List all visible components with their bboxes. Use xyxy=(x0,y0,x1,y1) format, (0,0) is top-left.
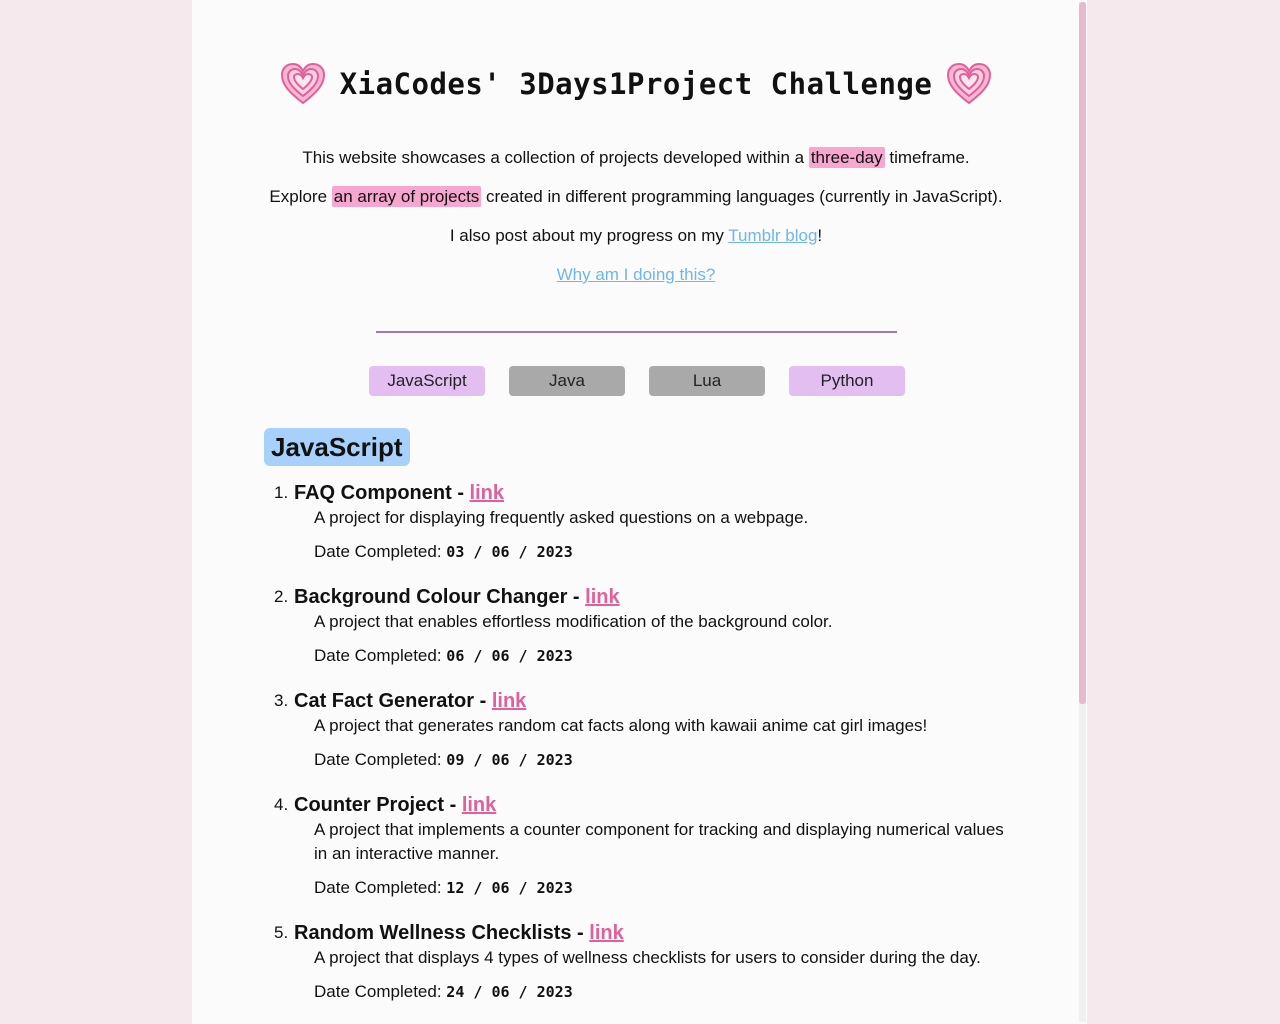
project-link[interactable]: link xyxy=(585,586,619,608)
title-separator: - xyxy=(567,586,586,608)
project-description: A project that displays 4 types of welln… xyxy=(314,948,981,967)
intro-text: Explore xyxy=(269,187,332,206)
list-number: 4. xyxy=(274,795,289,814)
list-item: 2. Background Colour Changer - link A pr… xyxy=(274,584,1004,668)
date-label: Date Completed: xyxy=(314,750,447,769)
project-title: Cat Fact Generator xyxy=(294,690,475,712)
header: XiaCodes' 3Days1Project Challenge xyxy=(192,62,1080,106)
title-separator: - xyxy=(451,482,470,504)
project-title-line: Random Wellness Checklists - link xyxy=(294,920,1004,946)
tab-javascript[interactable]: JavaScript xyxy=(369,366,485,396)
project-description: A project for displaying frequently aske… xyxy=(314,508,809,527)
intro-text: ! xyxy=(817,226,823,245)
project-date: Date Completed: 03 / 06 / 2023 xyxy=(314,540,1004,564)
date-label: Date Completed: xyxy=(314,646,447,665)
project-date: Date Completed: 09 / 06 / 2023 xyxy=(314,748,1004,772)
intro-section: This website showcases a collection of p… xyxy=(264,146,1008,302)
project-date: Date Completed: 06 / 06 / 2023 xyxy=(314,644,1004,668)
tab-lua[interactable]: Lua xyxy=(649,366,765,396)
list-number: 2. xyxy=(274,587,289,606)
project-date: Date Completed: 12 / 06 / 2023 xyxy=(314,876,1004,900)
highlight-array-of-projects: an array of projects xyxy=(331,186,482,207)
highlight-three-day: three-day xyxy=(808,147,885,168)
divider xyxy=(376,331,897,333)
project-title-line: Background Colour Changer - link xyxy=(294,584,1004,610)
project-title-line: Cat Fact Generator - link xyxy=(294,688,1004,714)
project-date: Date Completed: 24 / 06 / 2023 xyxy=(314,980,1004,1004)
date-label: Date Completed: xyxy=(314,982,447,1001)
title-separator: - xyxy=(444,794,462,816)
intro-paragraph-1: This website showcases a collection of p… xyxy=(264,146,1008,170)
page-container: XiaCodes' 3Days1Project Challenge This w… xyxy=(192,0,1087,1024)
project-title: Counter Project xyxy=(294,794,445,816)
list-item: 1. FAQ Component - link A project for di… xyxy=(274,480,1004,564)
list-item: 5. Random Wellness Checklists - link A p… xyxy=(274,920,1004,1004)
project-link[interactable]: link xyxy=(462,794,496,816)
date-value: 24 / 06 / 2023 xyxy=(446,983,573,1001)
intro-text: This website showcases a collection of p… xyxy=(302,148,809,167)
project-title-line: Counter Project - link xyxy=(294,792,1004,818)
date-value: 09 / 06 / 2023 xyxy=(446,751,573,769)
pink-heart-icon xyxy=(280,62,325,105)
project-title: Background Colour Changer xyxy=(294,586,568,608)
project-title-line: FAQ Component - link xyxy=(294,480,1004,506)
project-list: 1. FAQ Component - link A project for di… xyxy=(274,480,1004,1024)
language-tabs: JavaScript Java Lua Python xyxy=(369,366,905,396)
project-title: Random Wellness Checklists xyxy=(294,922,572,944)
project-title: FAQ Component xyxy=(294,482,452,504)
scrollbar-thumb[interactable] xyxy=(1079,2,1086,704)
title-separator: - xyxy=(571,922,590,944)
date-label: Date Completed: xyxy=(314,878,447,897)
list-item: 3. Cat Fact Generator - link A project t… xyxy=(274,688,1004,772)
list-number: 1. xyxy=(274,483,289,502)
page-title: XiaCodes' 3Days1Project Challenge xyxy=(339,67,933,101)
intro-text: I also post about my progress on my xyxy=(449,226,729,245)
date-value: 03 / 06 / 2023 xyxy=(446,543,573,561)
list-number: 3. xyxy=(274,691,289,710)
scrollbar[interactable] xyxy=(1079,2,1086,1022)
intro-paragraph-4: Why am I doing this? xyxy=(264,263,1008,287)
pink-heart-icon xyxy=(947,62,992,105)
date-value: 06 / 06 / 2023 xyxy=(446,647,573,665)
tumblr-blog-link[interactable]: Tumblr blog xyxy=(728,226,817,245)
project-description: A project that enables effortless modifi… xyxy=(314,612,833,631)
intro-text: created in different programming languag… xyxy=(481,187,1003,206)
why-link[interactable]: Why am I doing this? xyxy=(557,265,716,284)
date-value: 12 / 06 / 2023 xyxy=(446,879,573,897)
date-label: Date Completed: xyxy=(314,542,447,561)
intro-paragraph-2: Explore an array of projects created in … xyxy=(264,185,1008,209)
list-number: 5. xyxy=(274,923,289,942)
tab-python[interactable]: Python xyxy=(789,366,905,396)
project-link[interactable]: link xyxy=(492,690,526,712)
intro-text: timeframe. xyxy=(884,148,970,167)
title-separator: - xyxy=(474,690,492,712)
project-link[interactable]: link xyxy=(470,482,504,504)
tab-java[interactable]: Java xyxy=(509,366,625,396)
project-link[interactable]: link xyxy=(589,922,623,944)
project-description: A project that implements a counter comp… xyxy=(314,820,1004,863)
section-heading: JavaScript xyxy=(264,428,410,466)
list-item: 4. Counter Project - link A project that… xyxy=(274,792,1004,900)
project-description: A project that generates random cat fact… xyxy=(314,716,928,735)
intro-paragraph-3: I also post about my progress on my Tumb… xyxy=(264,224,1008,248)
